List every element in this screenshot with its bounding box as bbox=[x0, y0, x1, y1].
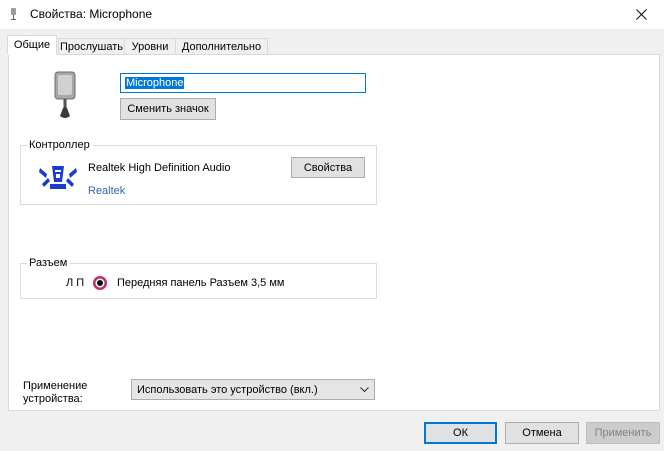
usage-label: Применение устройства: bbox=[23, 380, 88, 405]
jack-description: Передняя панель Разъем 3,5 мм bbox=[117, 277, 285, 289]
chevron-down-icon bbox=[360, 387, 369, 393]
microphone-icon bbox=[11, 8, 16, 20]
usage-selected-value: Использовать это устройство (вкл.) bbox=[137, 383, 318, 396]
change-icon-button[interactable]: Сменить значок bbox=[120, 98, 216, 120]
apply-button[interactable]: Применить bbox=[586, 422, 660, 444]
ok-button[interactable]: ОК bbox=[424, 422, 497, 444]
window-title: Свойства: Microphone bbox=[30, 7, 153, 21]
tab-advanced[interactable]: Дополнительно bbox=[175, 38, 268, 55]
realtek-logo-icon bbox=[39, 166, 77, 189]
tab-listen[interactable]: Прослушать bbox=[58, 38, 125, 55]
close-button[interactable] bbox=[618, 0, 664, 29]
microphone-device-icon bbox=[54, 71, 76, 118]
controller-name: Realtek High Definition Audio bbox=[88, 162, 231, 174]
tab-levels[interactable]: Уровни bbox=[124, 38, 176, 55]
cancel-button[interactable]: Отмена bbox=[505, 422, 579, 444]
tab-general[interactable]: Общие bbox=[7, 35, 57, 55]
title-bar: Свойства: Microphone bbox=[0, 0, 664, 29]
jack-group-label: Разъем bbox=[27, 257, 70, 269]
tab-panel-general bbox=[8, 54, 660, 411]
audio-jack-icon bbox=[93, 276, 107, 290]
usage-select[interactable]: Использовать это устройство (вкл.) bbox=[131, 379, 375, 400]
vendor-link[interactable]: Realtek bbox=[88, 185, 125, 197]
device-name-value: Microphone bbox=[125, 77, 185, 89]
device-name-input[interactable]: Microphone bbox=[120, 73, 366, 93]
close-icon bbox=[635, 9, 647, 20]
controller-properties-button[interactable]: Свойства bbox=[291, 157, 365, 178]
controller-group-label: Контроллер bbox=[27, 139, 92, 151]
jack-channels: Л П bbox=[66, 277, 85, 289]
